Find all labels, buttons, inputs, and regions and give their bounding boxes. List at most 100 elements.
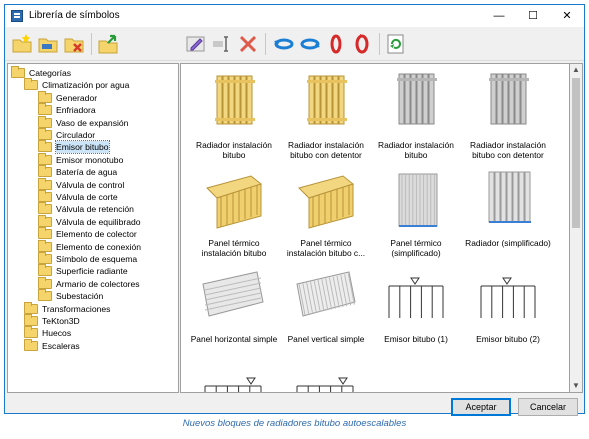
symbol-tile[interactable]: Radiador instalación bitubo [189,68,279,168]
symbol-grid[interactable]: Radiador instalación bitubo Radiador insta… [180,63,570,393]
symbol-caption: bitubo [222,150,246,160]
rename-icon[interactable] [211,33,233,55]
close-button[interactable]: ✕ [550,5,584,27]
symbol-tile[interactable]: Panel vertical simple [281,262,371,362]
folder-icon [38,239,52,252]
symbol-caption: Panel térmico [390,238,442,248]
vertical-scrollbar[interactable]: ▲ ▼ [570,63,583,393]
folder-icon [38,264,52,277]
window-title: Librería de símbolos [29,10,120,21]
tree-node-label: Escaleras [42,340,80,351]
tree-node-label: Transformaciones [42,303,111,314]
cancel-button[interactable]: Cancelar [518,398,578,416]
panel-vertical-icon [296,271,356,317]
tree-node-label: Enfriadora [56,105,96,116]
flip-vertical-icon[interactable] [351,33,373,55]
folder-icon [38,165,52,178]
symbol-tile[interactable]: Radiador (simplificado) [463,166,553,266]
symbol-tile[interactable]: Emisor bitubo (2) [463,262,553,362]
tree-node-label: Generador [56,92,98,103]
flip-horizontal-icon[interactable] [325,33,347,55]
folder-icon [38,140,52,153]
symbol-caption: bitubo con detentor [472,150,544,160]
folder-icon [24,314,38,326]
maximize-button[interactable]: ☐ [516,5,550,27]
folder-icon [38,252,52,264]
panel-yellow-icon [298,175,355,229]
folder-icon [38,289,52,302]
tree-node-label: Emisor bitubo [55,140,110,155]
symbol-caption: bitubo [404,150,428,160]
edit-icon[interactable] [185,33,207,55]
symbol-tile[interactable]: Radiador instalación bitubo con detentor [281,68,371,168]
symbol-caption: Panel térmico [300,238,352,248]
tree-node-label: Vaso de expansión [56,117,129,128]
symbol-tile[interactable]: Panel térmico instalación bitubo c... [281,166,371,266]
panel-flat-icon [398,173,438,227]
scroll-thumb[interactable] [572,78,580,228]
folder-icon [24,301,38,314]
symbol-tile[interactable]: Radiador instalación bitubo [371,68,461,168]
tree-node-label: Válvula de control [56,179,125,190]
tree-node-label: Categorías [29,68,72,78]
radiator-simple-icon [488,171,531,223]
symbol-caption: Emisor bitubo (2) [476,334,540,344]
open-folder-icon[interactable] [37,33,59,55]
category-tree[interactable]: Categorías Climatización por agua Generado… [7,63,179,393]
symbol-tile[interactable]: Panel térmico (simplificado) [371,166,461,266]
tree-node-label: Subestación [56,291,104,302]
tree-node-label: Elemento de colector [56,229,137,240]
radiator-yellow-icon [215,75,255,125]
figure-caption: Nuevos bloques de radiadores bitubo auto… [182,418,407,429]
tree-node-label: Climatización por agua [42,80,130,91]
emitter-schematic-icon [388,277,444,318]
symbol-tile[interactable]: Panel horizontal simple [189,262,279,362]
symbol-caption: Radiador instalación [378,140,454,150]
delete-folder-icon[interactable] [63,33,85,55]
toolbar-separator [91,33,92,55]
minimize-button[interactable]: — [482,5,516,27]
symbol-tile-partial[interactable] [189,360,279,392]
symbol-tile-partial[interactable] [281,360,371,392]
tree-node-label: Válvula de corte [56,192,118,202]
rotate-right-icon[interactable] [299,33,321,55]
panel-yellow-icon [206,175,263,229]
tree-node-label: Superficie radiante [56,266,128,277]
folder-icon [24,78,38,91]
import-icon[interactable] [97,33,119,55]
title-bar: Librería de símbolos — ☐ ✕ [5,5,584,27]
symbol-tile[interactable]: Panel térmico instalación bitubo [189,166,279,266]
scroll-down-icon[interactable]: ▼ [570,380,582,392]
tree-node-label: Emisor monotubo [56,154,124,165]
folder-icon [38,190,52,202]
symbol-caption: Radiador (simplificado) [465,238,551,248]
symbol-caption: Panel vertical simple [287,334,365,344]
symbol-caption: Radiador instalación [470,140,546,150]
folder-icon [38,214,52,227]
accept-button[interactable]: Aceptar [451,398,511,416]
folder-icon [38,90,52,103]
folder-icon [38,115,52,128]
radiator-gray-icon [489,73,529,125]
tree-node-label: Válvula de retención [56,204,134,215]
scroll-up-icon[interactable]: ▲ [570,64,582,76]
symbol-caption: Radiador instalación [288,140,364,150]
symbol-caption: bitubo con detentor [290,150,362,160]
symbol-library-window: Librería de símbolos — ☐ ✕ Categorías Cli… [4,4,585,416]
rotate-left-icon[interactable] [273,33,295,55]
refresh-icon[interactable] [385,33,407,55]
symbol-caption: Radiador instalación [196,140,272,150]
symbol-tile[interactable]: Radiador instalación bitubo con detentor [463,68,553,168]
tree-node-label: Circulador [56,130,96,140]
emitter-schematic-icon [296,377,354,392]
tree-node-label: Huecos [42,328,72,339]
folder-icon [38,276,52,289]
tree-node-label: Símbolo de esquema [56,254,138,264]
folder-icon [38,152,52,165]
new-folder-icon[interactable] [11,33,33,55]
symbol-tile[interactable]: Emisor bitubo (1) [371,262,461,362]
symbol-caption: instalación bitubo c... [286,248,366,258]
delete-icon[interactable] [237,33,259,55]
symbol-caption: instalación bitubo [201,248,267,258]
symbol-caption: Emisor bitubo (1) [384,334,448,344]
